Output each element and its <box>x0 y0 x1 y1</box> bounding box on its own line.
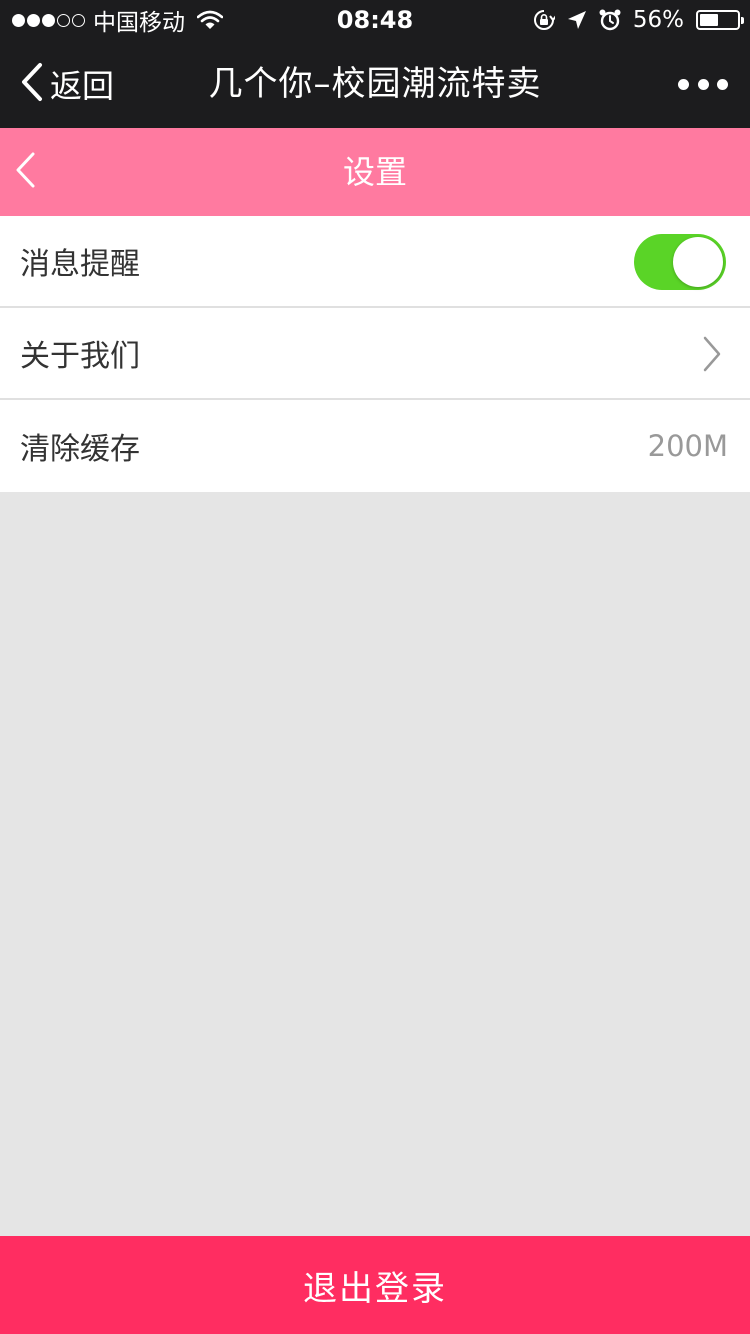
page-title: 设置 <box>342 153 407 191</box>
back-label: 返回 <box>50 67 115 105</box>
back-button[interactable]: 返回 <box>20 40 114 128</box>
cache-label: 清除缓存 <box>20 432 140 467</box>
status-bar: 中国移动 08:48 56% <box>0 0 750 40</box>
cache-size: 200M <box>647 429 728 463</box>
location-icon <box>567 10 587 30</box>
about-label: 关于我们 <box>20 339 140 374</box>
alarm-icon <box>599 9 621 31</box>
toggle-knob <box>673 237 723 287</box>
app-title: 几个你–校园潮流特卖 <box>208 64 542 104</box>
status-right: 56% <box>533 0 744 40</box>
chevron-right-icon <box>694 336 730 372</box>
chevron-left-icon <box>20 62 44 106</box>
more-dots-icon[interactable] <box>678 40 728 128</box>
battery-fill <box>700 14 719 26</box>
settings-list: 消息提醒 关于我们 清除缓存 200M <box>0 216 750 492</box>
settings-row-notifications: 消息提醒 <box>0 216 750 308</box>
notifications-label: 消息提醒 <box>20 247 140 282</box>
notifications-toggle[interactable] <box>634 234 726 290</box>
battery-icon <box>696 10 744 30</box>
orientation-lock-icon <box>533 9 555 31</box>
page-header: 设置 <box>0 128 750 216</box>
battery-percent: 56% <box>632 7 684 33</box>
settings-row-cache[interactable]: 清除缓存 200M <box>0 400 750 492</box>
logout-button[interactable]: 退出登录 <box>0 1236 750 1334</box>
settings-row-about[interactable]: 关于我们 <box>0 308 750 400</box>
wechat-header: 返回 几个你–校园潮流特卖 <box>0 40 750 128</box>
